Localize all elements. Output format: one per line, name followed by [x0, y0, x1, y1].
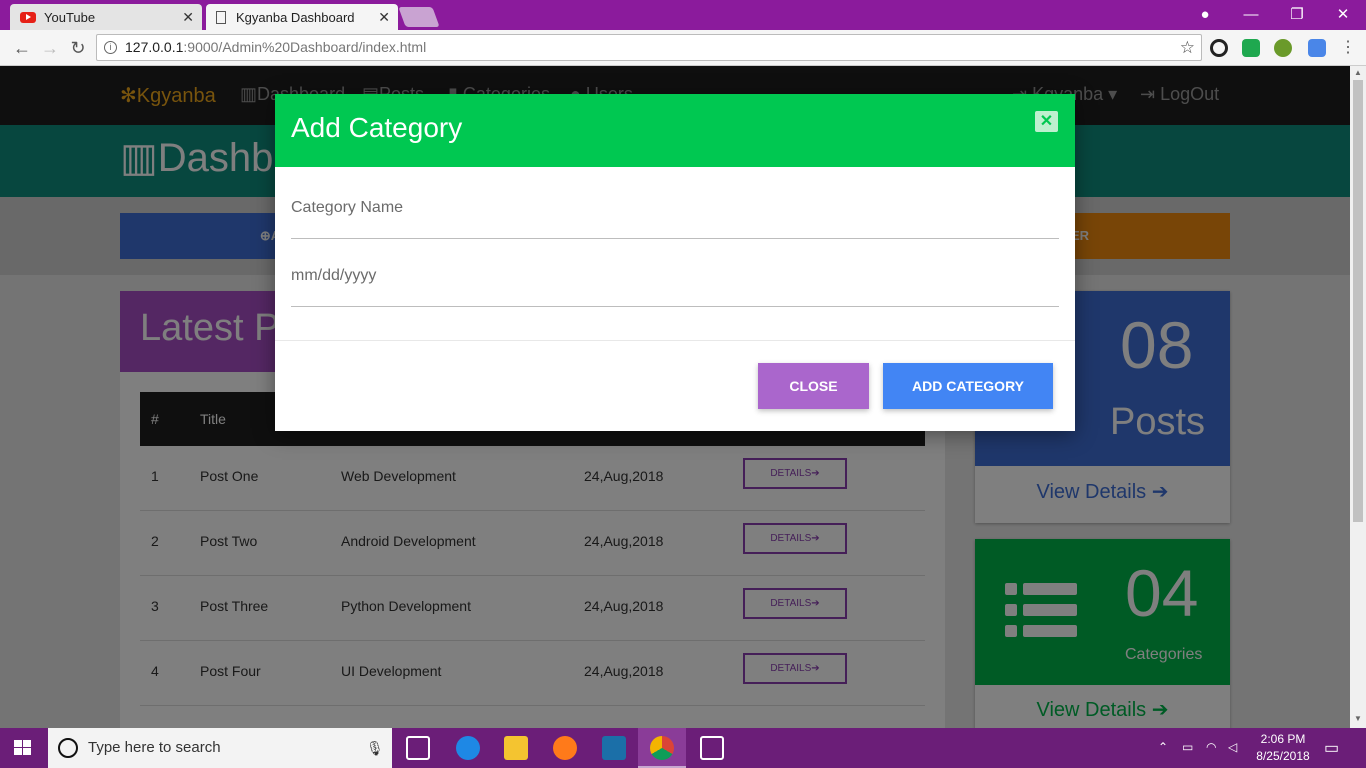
modal-header: Add Category ✕: [275, 94, 1075, 167]
address-bar-row: ← → ↻ i 127.0.0.1:9000/Admin%20Dashboard…: [0, 30, 1366, 66]
edge-icon[interactable]: [456, 736, 480, 760]
microphone-icon[interactable]: 🎙: [366, 728, 384, 768]
new-tab-button[interactable]: [398, 7, 440, 27]
windows-start-icon[interactable]: [14, 740, 32, 756]
maximize-button[interactable]: ❐: [1274, 4, 1320, 26]
volume-icon[interactable]: ◁: [1228, 740, 1237, 754]
extension-icon[interactable]: [1210, 39, 1228, 57]
clock-date: 8/25/2018: [1256, 749, 1310, 763]
wifi-icon[interactable]: ◠: [1206, 740, 1216, 754]
task-view-icon[interactable]: [406, 736, 430, 760]
add-category-modal: Add Category ✕ Category Name mm/dd/yyyy …: [275, 94, 1075, 431]
close-window-button[interactable]: ✕: [1320, 4, 1366, 26]
close-tab-icon[interactable]: ✕: [182, 9, 194, 26]
battery-icon[interactable]: ▭: [1182, 740, 1193, 754]
minimize-button[interactable]: —: [1228, 4, 1274, 26]
date-input[interactable]: mm/dd/yyyy: [291, 267, 1059, 307]
chrome-icon: [650, 736, 674, 760]
url-path: :9000/Admin%20Dashboard/index.html: [183, 39, 427, 55]
date-placeholder: mm/dd/yyyy: [291, 267, 377, 284]
chevron-up-icon[interactable]: ⌃: [1158, 740, 1168, 754]
url-host: 127.0.0.1: [125, 39, 184, 55]
webstorm-icon[interactable]: [602, 736, 626, 760]
close-icon[interactable]: ✕: [1035, 111, 1058, 132]
youtube-icon: [20, 11, 36, 23]
category-name-placeholder: Category Name: [291, 199, 404, 216]
page-icon: [216, 10, 226, 24]
tab-youtube[interactable]: YouTube ✕: [10, 4, 202, 30]
chrome-taskbar-button[interactable]: [638, 728, 686, 768]
clock[interactable]: 2:06 PM 8/25/2018: [1256, 732, 1310, 763]
tab-label: Kgyanba Dashboard: [236, 9, 355, 25]
cortana-icon: [58, 738, 78, 758]
scrollbar-thumb[interactable]: [1353, 80, 1363, 522]
forward-icon[interactable]: →: [38, 36, 62, 60]
reload-icon[interactable]: ↻: [66, 36, 90, 60]
modal-footer: CLOSE ADD CATEGORY: [275, 340, 1075, 431]
windows-taskbar: Type here to search 🎙 ⌃ ▭ ◠ ◁ 2:06 PM 8/…: [0, 728, 1366, 768]
notifications-icon[interactable]: ▭: [1324, 738, 1339, 758]
bookmark-star-icon[interactable]: ☆: [1180, 35, 1195, 60]
firefox-icon[interactable]: [553, 736, 577, 760]
search-placeholder: Type here to search: [88, 739, 221, 756]
profile-icon[interactable]: ●: [1182, 4, 1228, 26]
close-tab-icon[interactable]: ✕: [378, 9, 390, 26]
modal-title: Add Category: [291, 112, 463, 143]
tab-kgyanba-dashboard[interactable]: Kgyanba Dashboard ✕: [206, 4, 398, 30]
add-category-button[interactable]: ADD CATEGORY: [883, 363, 1053, 409]
menu-dots-icon[interactable]: ⋮: [1336, 36, 1360, 60]
back-icon[interactable]: ←: [10, 36, 34, 60]
photos-icon[interactable]: [700, 736, 724, 760]
shield-extension-icon[interactable]: [1242, 39, 1260, 57]
browser-tab-bar: YouTube ✕ Kgyanba Dashboard ✕ ● — ❐ ✕: [0, 0, 1366, 30]
pen-extension-icon[interactable]: [1308, 39, 1326, 57]
clock-time: 2:06 PM: [1260, 732, 1306, 746]
scroll-down-icon[interactable]: ▼: [1354, 714, 1362, 723]
taskbar-search-input[interactable]: Type here to search 🎙: [48, 728, 392, 768]
tab-label: YouTube: [44, 9, 96, 25]
file-explorer-icon[interactable]: [504, 736, 528, 760]
url-input[interactable]: i 127.0.0.1:9000/Admin%20Dashboard/index…: [96, 34, 1202, 61]
page-scrollbar[interactable]: ▲ ▼: [1350, 66, 1366, 728]
category-name-input[interactable]: Category Name: [291, 199, 1059, 239]
close-button[interactable]: CLOSE: [758, 363, 869, 409]
scroll-up-icon[interactable]: ▲: [1354, 68, 1362, 77]
globe-extension-icon[interactable]: [1274, 39, 1292, 57]
info-icon: i: [104, 41, 117, 54]
